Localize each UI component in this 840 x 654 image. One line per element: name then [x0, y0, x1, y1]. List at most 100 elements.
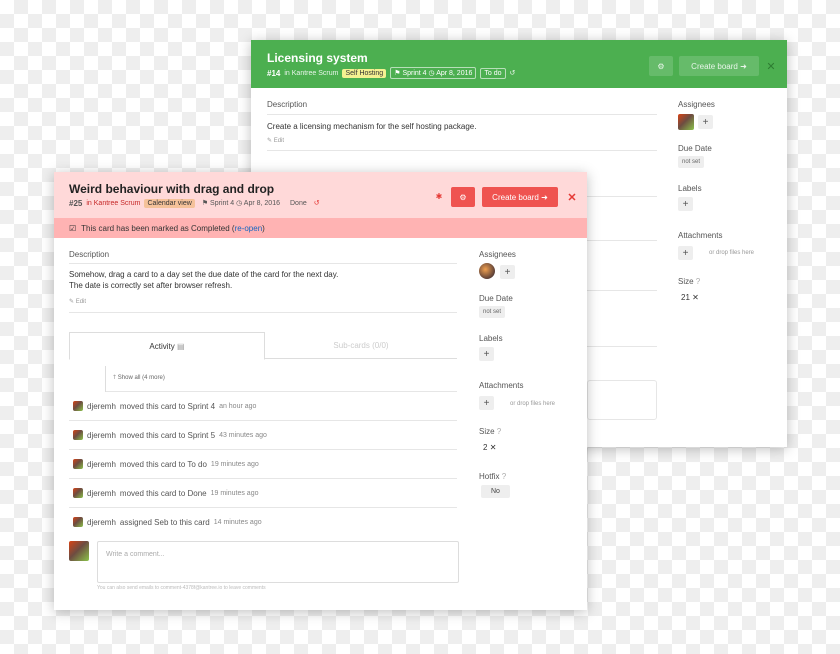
checkbox-icon: ☑	[69, 223, 77, 233]
activity-item: djeremh moved this card to Sprint 4 an h…	[73, 401, 256, 411]
divider	[69, 478, 457, 479]
activity-user[interactable]: djeremh	[87, 489, 116, 498]
activity-item: djeremh moved this card to To do 19 minu…	[73, 459, 259, 469]
reopen-link[interactable]: re-open	[235, 224, 263, 233]
remove-icon[interactable]: ✕	[692, 293, 699, 302]
tag-badge[interactable]: Calendar view	[144, 198, 195, 208]
hotfix-toggle[interactable]: No	[481, 485, 510, 498]
close-button[interactable]: ✕	[766, 56, 776, 76]
card-meta: #14 in Kantree Scrum Self Hosting ⚑ Spri…	[267, 67, 515, 79]
edit-label: Edit	[75, 299, 87, 305]
close-icon: ✕	[766, 60, 776, 73]
avatar[interactable]	[479, 263, 495, 279]
avatar[interactable]	[73, 430, 83, 440]
card-title[interactable]: Licensing system	[267, 51, 368, 65]
tab-activity[interactable]: Activity ▤	[69, 332, 265, 360]
help-icon: ?	[501, 472, 507, 481]
flag-icon: ⚑	[201, 200, 209, 207]
add-attachment-button[interactable]: +	[479, 396, 494, 410]
gear-icon: ⚙	[459, 192, 467, 202]
comment-input[interactable]: Write a comment...	[97, 541, 459, 583]
avatar[interactable]	[73, 401, 83, 411]
description-text[interactable]: Create a licensing mechanism for the sel…	[267, 121, 476, 132]
due-date-label: Due Date	[479, 294, 513, 303]
status-badge[interactable]: Done	[287, 199, 310, 208]
remove-icon[interactable]: ✕	[490, 443, 497, 452]
settings-button[interactable]: ⚙	[649, 56, 673, 76]
description-label: Description	[69, 250, 110, 259]
avatar[interactable]	[678, 114, 694, 130]
date-label: Apr 8, 2016	[436, 70, 473, 77]
add-label-button[interactable]: +	[479, 347, 494, 361]
size-value[interactable]: 21 ✕	[681, 293, 699, 302]
edit-link[interactable]: ✎ Edit	[69, 298, 86, 305]
card-meta: #25 in Kantree Scrum Calendar view ⚑ Spr…	[69, 198, 320, 208]
drop-files-hint[interactable]: or drop files here	[709, 250, 754, 256]
drop-files-hint[interactable]: or drop files here	[510, 401, 555, 407]
avatar[interactable]	[73, 517, 83, 527]
add-attachment-button[interactable]: +	[678, 246, 693, 260]
divider	[69, 420, 457, 421]
labels-label: Labels	[479, 334, 503, 343]
sprint-badge[interactable]: ⚑ Sprint 4 ◷ Apr 8, 2016	[199, 198, 283, 208]
status-badge[interactable]: To do	[480, 67, 506, 79]
add-assignee-button[interactable]: +	[500, 265, 515, 279]
edit-link[interactable]: ✎ Edit	[267, 137, 284, 144]
close-icon: ✕	[567, 191, 577, 204]
size-value[interactable]: 2 ✕	[483, 443, 496, 452]
activity-user[interactable]: djeremh	[87, 460, 116, 469]
history-icon[interactable]: ↺	[510, 69, 516, 77]
divider	[587, 346, 657, 347]
create-board-button[interactable]: Create board ➜	[679, 56, 759, 76]
add-label-button[interactable]: +	[678, 197, 693, 211]
date-label: Apr 8, 2016	[243, 200, 280, 207]
due-date-value[interactable]: not set	[479, 306, 506, 318]
tab-activity-label: Activity	[149, 341, 175, 351]
plus-icon: +	[682, 247, 689, 259]
pencil-icon: ✎	[267, 138, 273, 144]
add-assignee-button[interactable]: +	[698, 115, 713, 129]
activity-action: moved this card to Done	[119, 488, 207, 498]
settings-button[interactable]: ⚙	[451, 187, 475, 207]
arrow-up-icon: 🡑	[113, 375, 117, 381]
comment-area-edge	[587, 380, 657, 420]
sprint-badge[interactable]: ⚑ Sprint 4 ◷ Apr 8, 2016	[390, 67, 477, 79]
tag-badge[interactable]: Self Hosting	[342, 68, 387, 78]
avatar[interactable]	[69, 541, 89, 561]
description-line: Somehow, drag a card to a day set the du…	[69, 270, 339, 279]
activity-user[interactable]: djeremh	[87, 518, 116, 527]
size-label-text: Size	[678, 277, 694, 286]
banner-text: This card has been marked as Completed (	[81, 223, 235, 233]
show-all-link[interactable]: 🡑 Show all (4 more)	[113, 373, 165, 383]
card-header: Licensing system #14 in Kantree Scrum Se…	[251, 40, 787, 88]
close-button[interactable]: ✕	[565, 187, 579, 207]
due-date-value[interactable]: not set	[678, 156, 705, 168]
tab-subcards[interactable]: Sub-cards (0/0)	[265, 332, 457, 358]
history-icon[interactable]: ↺	[314, 199, 320, 207]
project-link[interactable]: in Kantree Scrum	[86, 200, 140, 207]
assignees-label: Assignees	[479, 250, 516, 259]
show-all-label: Show all (4 more)	[117, 375, 165, 381]
activity-user[interactable]: djeremh	[87, 402, 116, 411]
description-label: Description	[267, 100, 308, 109]
description-text[interactable]: Somehow, drag a card to a day set the du…	[69, 269, 338, 291]
size-label-text: Size	[479, 427, 495, 436]
bug-button[interactable]: ✱	[432, 188, 446, 204]
card-title[interactable]: Weird behaviour with drag and drop	[69, 182, 274, 196]
activity-action: assigned Seb to this card	[119, 517, 210, 527]
size-number: 21	[681, 293, 690, 302]
card-number: #25	[69, 198, 83, 208]
comment-hint: You can also send emails to comment-4378…	[97, 585, 266, 591]
avatar[interactable]	[73, 488, 83, 498]
activity-item: djeremh moved this card to Sprint 5 43 m…	[73, 430, 267, 440]
project-link[interactable]: in Kantree Scrum	[284, 70, 338, 77]
activity-user[interactable]: djeremh	[87, 431, 116, 440]
activity-item: djeremh moved this card to Done 19 minut…	[73, 488, 259, 498]
activity-time: 19 minutes ago	[210, 460, 259, 468]
sprint-label: Sprint 4	[210, 200, 235, 207]
avatar[interactable]	[73, 459, 83, 469]
create-board-button[interactable]: Create board ➜	[482, 187, 558, 207]
divider	[587, 240, 657, 241]
hotfix-label-text: Hotfix	[479, 472, 500, 481]
plus-icon: +	[483, 348, 490, 360]
